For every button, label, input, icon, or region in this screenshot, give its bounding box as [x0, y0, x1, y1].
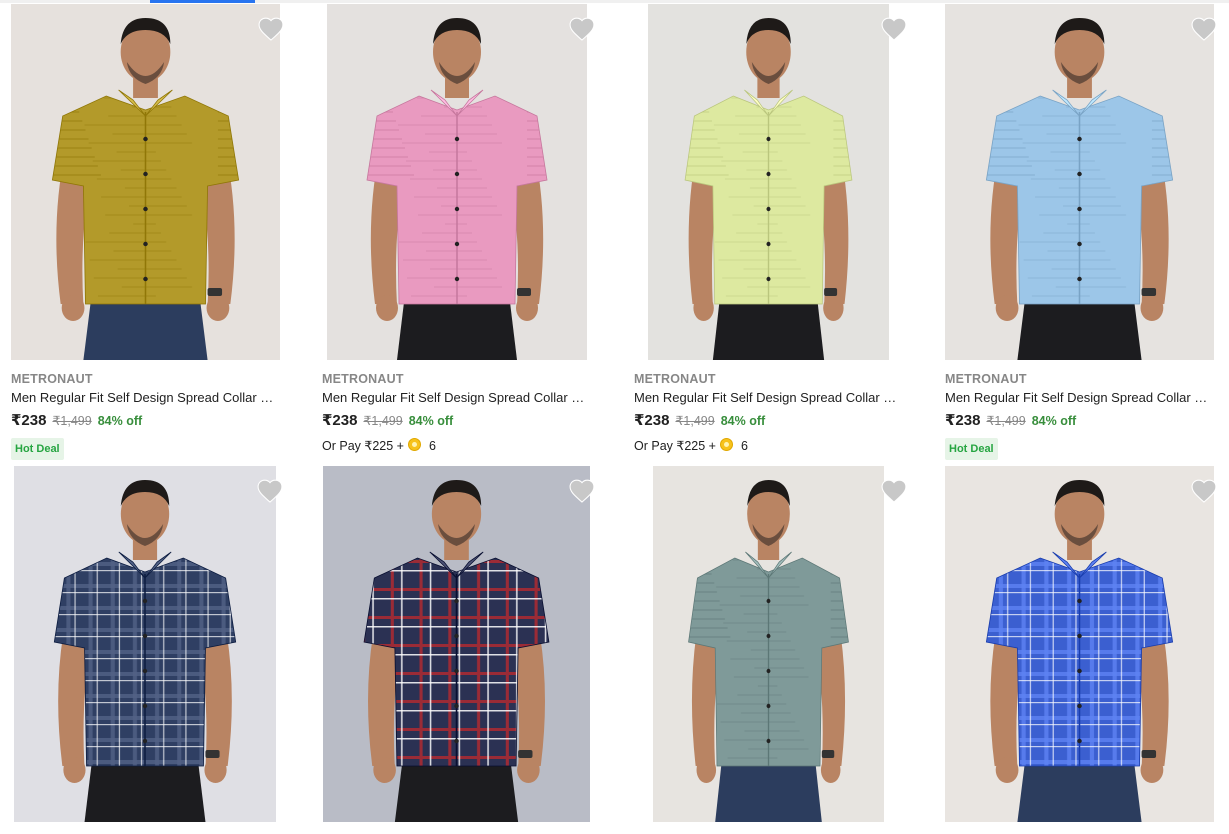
pay-with-coins: Or Pay ₹225 + 6: [322, 438, 597, 454]
or-pay-label: Or Pay ₹225 +: [322, 439, 404, 453]
product-brand: METRONAUT: [11, 372, 93, 386]
product-mrp: ₹1,499: [363, 414, 403, 428]
product-brand: METRONAUT: [945, 372, 1027, 386]
product-image[interactable]: [14, 466, 276, 822]
product-mrp: ₹1,499: [52, 414, 92, 428]
wishlist-heart-icon[interactable]: [258, 17, 284, 41]
coin-count: 6: [740, 439, 748, 453]
product-title[interactable]: Men Regular Fit Self Design Spread Colla…: [11, 389, 281, 406]
wishlist-heart-icon[interactable]: [257, 479, 283, 503]
top-divider: [0, 0, 1229, 3]
product-discount: 84% off: [408, 414, 454, 428]
wishlist-heart-icon[interactable]: [881, 479, 907, 503]
product-title[interactable]: Men Regular Fit Self Design Spread Colla…: [945, 389, 1215, 406]
wishlist-heart-icon[interactable]: [569, 479, 595, 503]
active-tab-indicator: [150, 0, 255, 3]
supercoin-icon: [407, 438, 421, 451]
product-price: ₹238: [634, 412, 670, 429]
pay-with-coins: Or Pay ₹225 + 6: [634, 438, 909, 454]
product-brand: METRONAUT: [634, 372, 716, 386]
product-image[interactable]: [653, 466, 884, 822]
product-image[interactable]: [323, 466, 590, 822]
product-discount: 84% off: [720, 414, 766, 428]
hot-deal-badge: Hot Deal: [11, 438, 64, 460]
product-image[interactable]: [11, 4, 280, 360]
wishlist-heart-icon[interactable]: [1191, 17, 1217, 41]
wishlist-heart-icon[interactable]: [881, 17, 907, 41]
product-image[interactable]: [945, 4, 1214, 360]
supercoin-icon: [719, 438, 733, 451]
product-price: ₹238: [945, 412, 981, 429]
coin-count: 6: [428, 439, 436, 453]
product-title[interactable]: Men Regular Fit Self Design Spread Colla…: [634, 389, 904, 406]
product-brand: METRONAUT: [322, 372, 404, 386]
product-discount: 84% off: [97, 414, 143, 428]
wishlist-heart-icon[interactable]: [569, 17, 595, 41]
product-image[interactable]: [945, 466, 1214, 822]
product-price: ₹238: [11, 412, 47, 429]
product-price: ₹238: [322, 412, 358, 429]
product-discount: 84% off: [1031, 414, 1077, 428]
wishlist-heart-icon[interactable]: [1191, 479, 1217, 503]
product-mrp: ₹1,499: [986, 414, 1026, 428]
or-pay-label: Or Pay ₹225 +: [634, 439, 716, 453]
hot-deal-badge: Hot Deal: [945, 438, 998, 460]
product-title[interactable]: Men Regular Fit Self Design Spread Colla…: [322, 389, 592, 406]
product-image[interactable]: [327, 4, 587, 360]
product-mrp: ₹1,499: [675, 414, 715, 428]
product-image[interactable]: [648, 4, 889, 360]
